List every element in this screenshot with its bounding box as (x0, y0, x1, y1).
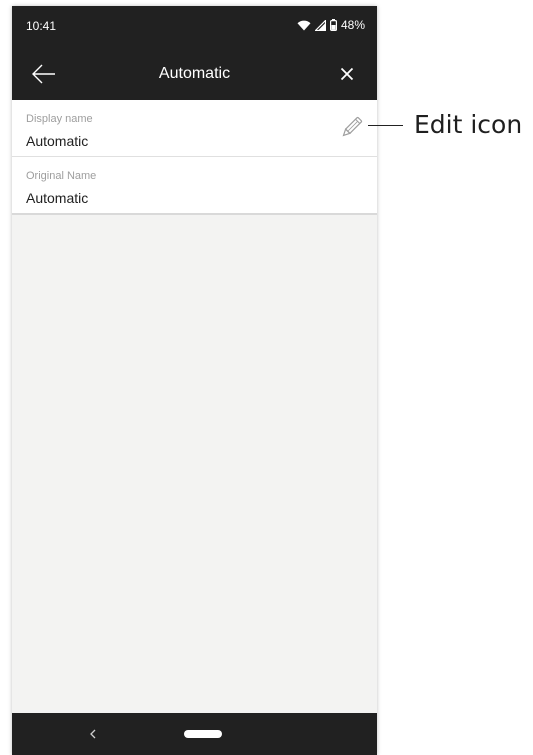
status-bar: 10:41 48% (12, 6, 377, 48)
status-time: 10:41 (26, 19, 57, 33)
original-name-value: Automatic (26, 190, 89, 206)
app-bar: Automatic (12, 48, 377, 100)
nav-home-button[interactable] (184, 730, 222, 738)
cell-signal-icon (314, 19, 326, 31)
chevron-left-icon (90, 729, 96, 739)
wifi-icon (297, 20, 311, 31)
battery-percentage: 48% (340, 18, 365, 32)
phone-screen: 10:41 48% Automatic Display name Automat… (12, 6, 377, 755)
callout-line (368, 125, 403, 126)
display-name-field[interactable]: Display name Automatic (12, 100, 377, 157)
display-name-label: Display name (26, 113, 93, 125)
original-name-label: Original Name (26, 170, 97, 182)
close-icon (340, 67, 354, 81)
original-name-field: Original Name Automatic (12, 157, 377, 215)
battery-icon (329, 19, 337, 31)
close-button[interactable] (335, 62, 359, 86)
navigation-bar (12, 713, 377, 755)
pencil-icon (342, 116, 363, 137)
page-title: Automatic (158, 65, 231, 82)
display-name-value: Automatic (26, 133, 89, 149)
callout-label: Edit icon (414, 110, 523, 139)
status-indicators: 48% (297, 18, 365, 32)
edit-button[interactable] (339, 114, 365, 140)
nav-back-button[interactable] (86, 726, 100, 742)
